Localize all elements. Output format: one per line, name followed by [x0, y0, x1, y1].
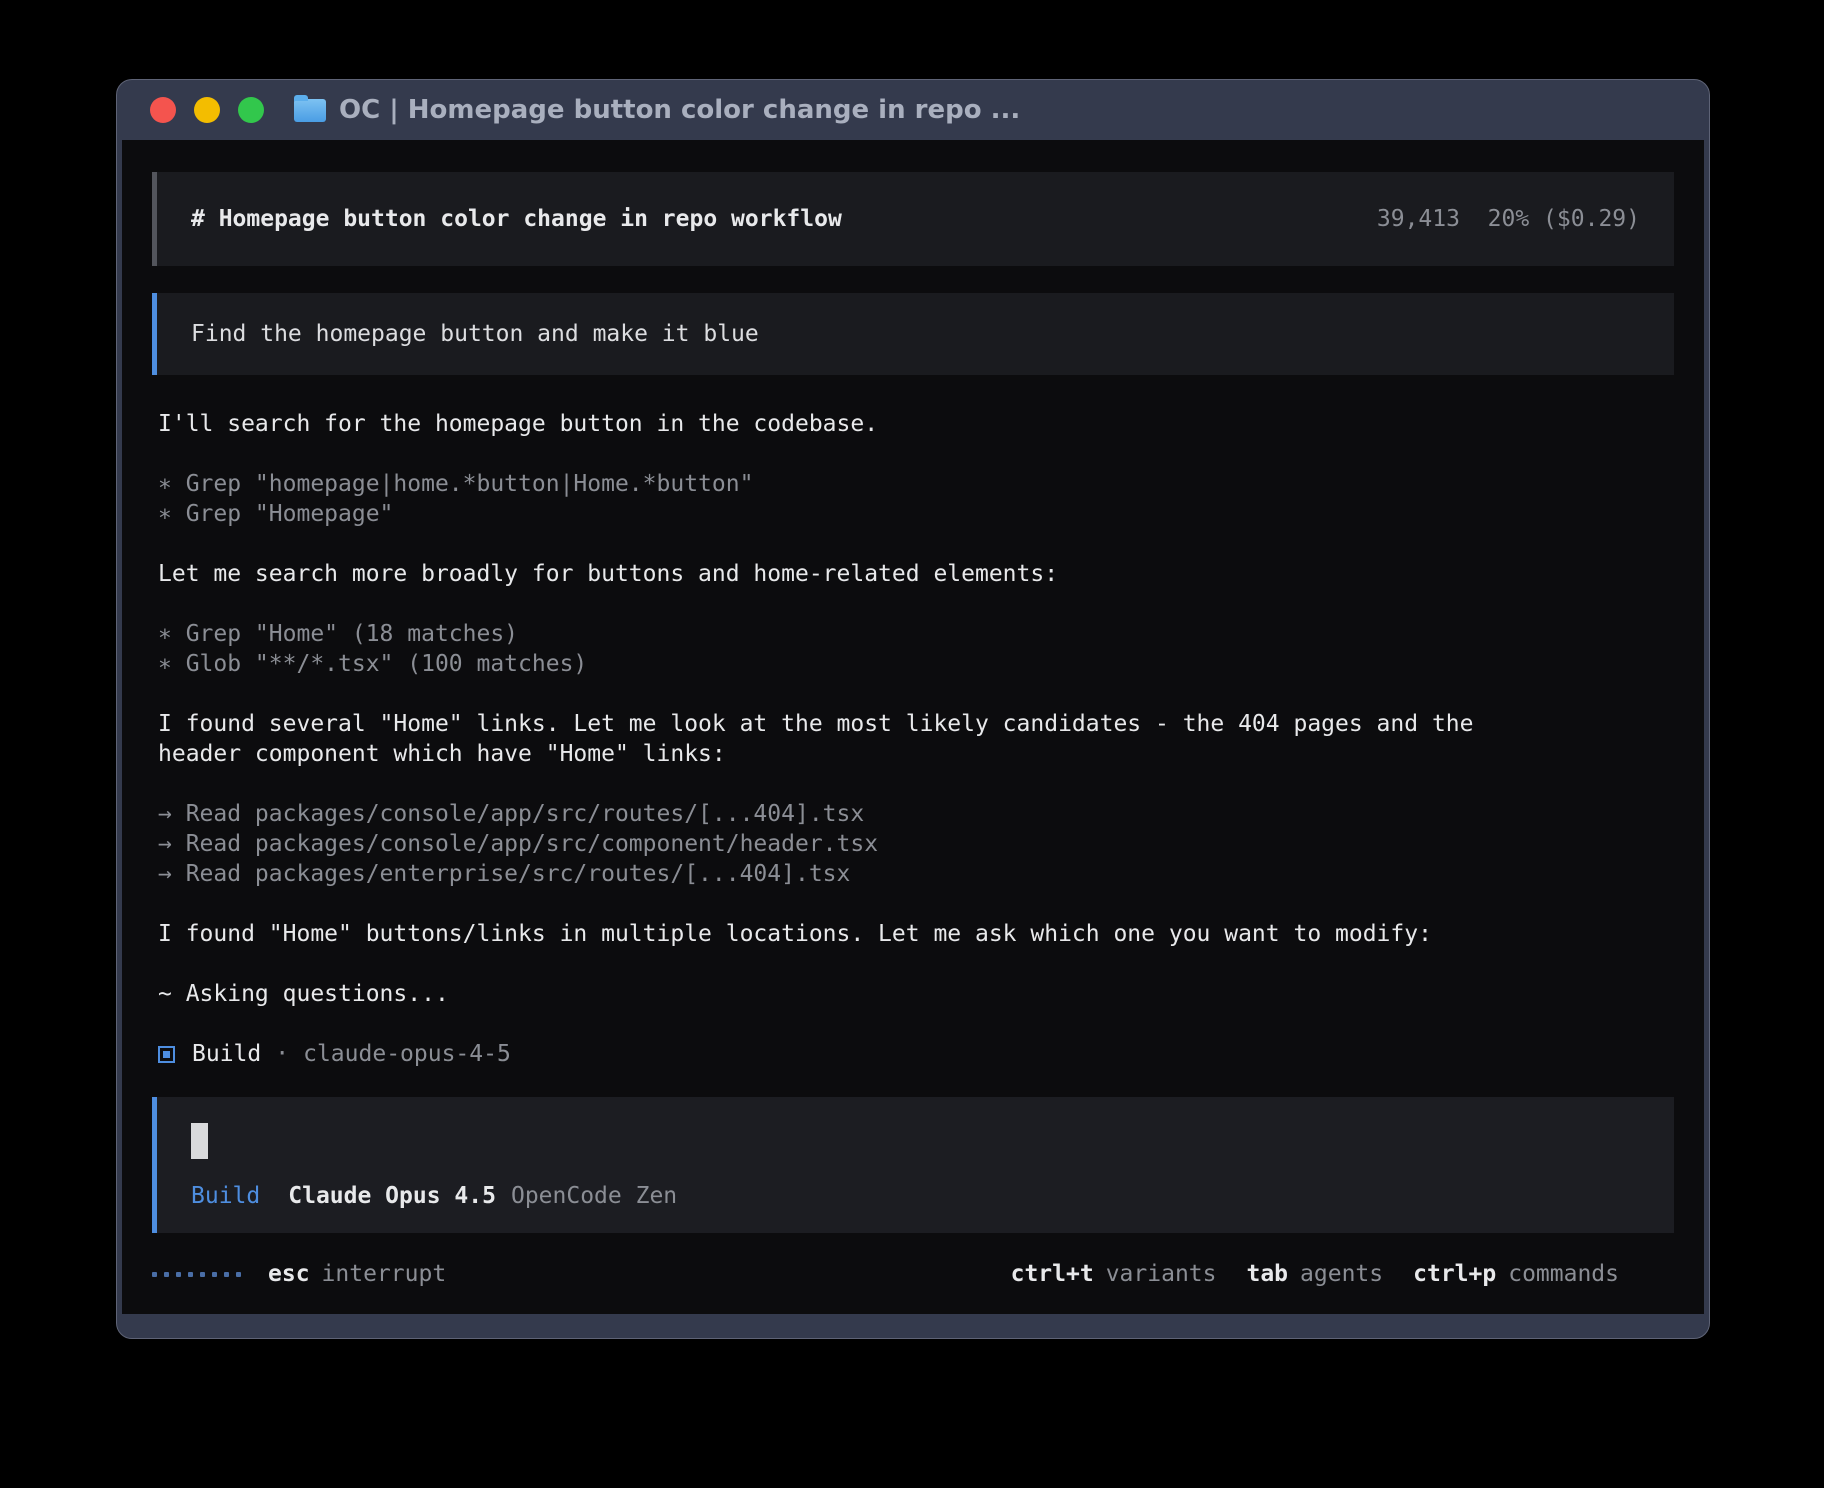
provider-label: OpenCode Zen [511, 1181, 677, 1211]
shortcut-hints: ctrl+t variants tab agents ctrl+p commands [1011, 1259, 1619, 1289]
minimize-button[interactable] [194, 97, 220, 123]
spinner-dot [224, 1272, 229, 1277]
tool-call-lines: → Read packages/console/app/src/routes/[… [158, 799, 1668, 889]
shortcut-key: ctrl+p [1413, 1259, 1496, 1289]
terminal-window: OC | Homepage button color change in rep… [116, 79, 1710, 1339]
desktop: { "theme": { "accent": "#4e8ee0", "chrom… [0, 0, 1824, 1488]
shortcut-label: agents [1300, 1259, 1383, 1289]
spinner-dot [164, 1272, 169, 1277]
shortcut-hint: tab agents [1246, 1259, 1383, 1289]
tool-call-lines: ∗ Grep "homepage|home.*button|Home.*butt… [158, 469, 1668, 529]
spinner-dot [236, 1272, 241, 1277]
agent-badge: Build · claude-opus-4-5 [152, 1039, 1674, 1069]
assistant-text: I found several "Home" links. Let me loo… [158, 709, 1668, 769]
close-button[interactable] [150, 97, 176, 123]
transcript: I'll search for the homepage button in t… [152, 409, 1674, 1039]
assistant-text: ~ Asking questions... [158, 979, 1668, 1009]
build-agent-icon [158, 1046, 175, 1063]
spinner-dot [176, 1272, 181, 1277]
message-input[interactable]: Build Claude Opus 4.5 OpenCode Zen [152, 1097, 1674, 1233]
user-message-text: Find the homepage button and make it blu… [191, 321, 759, 347]
spinner-dot [152, 1272, 157, 1277]
spinner-dots [152, 1272, 241, 1277]
tool-call-lines: ∗ Grep "Home" (18 matches) ∗ Glob "**/*.… [158, 619, 1668, 679]
folder-icon [294, 99, 326, 122]
shortcut-key: ctrl+t [1011, 1259, 1094, 1289]
shortcut-hint: ctrl+t variants [1011, 1259, 1217, 1289]
model-label: Claude Opus 4.5 [288, 1181, 496, 1211]
shortcut-key: tab [1246, 1259, 1288, 1289]
shortcut-label: commands [1508, 1259, 1619, 1289]
shortcut-hint: ctrl+p commands [1413, 1259, 1619, 1289]
titlebar: OC | Homepage button color change in rep… [122, 80, 1704, 140]
assistant-text: Let me search more broadly for buttons a… [158, 559, 1668, 589]
assistant-text: I'll search for the homepage button in t… [158, 409, 1668, 439]
spinner-dot [188, 1272, 193, 1277]
session-title: # Homepage button color change in repo w… [191, 204, 842, 234]
zoom-button[interactable] [238, 97, 264, 123]
text-cursor [191, 1123, 208, 1159]
terminal-content: # Homepage button color change in repo w… [122, 140, 1704, 1314]
context-cost: 20% ($0.29) [1488, 206, 1640, 232]
spinner-dot [212, 1272, 217, 1277]
shortcut-label: variants [1106, 1259, 1217, 1289]
esc-key-label: interrupt [322, 1259, 447, 1289]
esc-key-hint: esc [268, 1259, 310, 1289]
spinner-dot [200, 1272, 205, 1277]
mode-label: Build [191, 1181, 260, 1211]
badge-model-name: claude-opus-4-5 [303, 1039, 511, 1069]
statusbar: esc interrupt ctrl+tvariantstabagentsctr… [152, 1259, 1674, 1289]
badge-separator: · [275, 1039, 289, 1069]
session-header: # Homepage button color change in repo w… [152, 172, 1674, 266]
input-meta: Build Claude Opus 4.5 OpenCode Zen [191, 1181, 1640, 1211]
user-message: Find the homepage button and make it blu… [152, 293, 1674, 375]
assistant-text: I found "Home" buttons/links in multiple… [158, 919, 1668, 949]
badge-agent-name: Build [192, 1039, 261, 1069]
session-stats: 39,413 20% ($0.29) [1377, 204, 1640, 234]
window-title: OC | Homepage button color change in rep… [339, 95, 1020, 125]
token-count: 39,413 [1377, 206, 1460, 232]
